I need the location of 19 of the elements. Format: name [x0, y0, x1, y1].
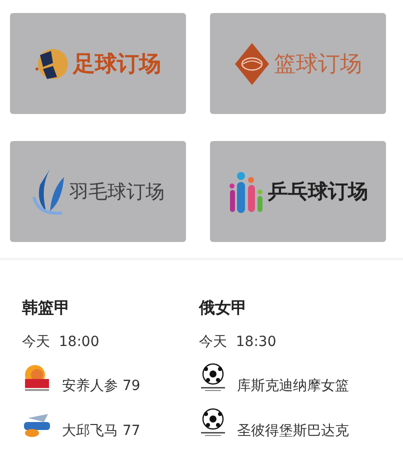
soccer-ball-icon	[199, 408, 227, 438]
team-name: 圣彼得堡斯巴达克	[237, 422, 349, 440]
people-icon	[228, 170, 264, 214]
league-title: 俄女甲	[199, 298, 248, 319]
venue-label: 羽毛球订场	[70, 180, 164, 204]
venue-label: 足球订场	[73, 50, 161, 78]
soccer-ball-icon	[199, 363, 227, 393]
venue-card[interactable]: 乒乓球订场	[210, 141, 386, 242]
sun-emblem-icon	[22, 363, 52, 393]
league-title: 韩篮甲	[22, 298, 71, 319]
team-name: 大邱飞马 77	[62, 422, 140, 440]
team-name: 安养人参 79	[62, 377, 140, 395]
venue-label: 篮球订场	[274, 50, 362, 78]
team-name: 库斯克迪纳摩女篮	[237, 377, 349, 395]
venue-card[interactable]: 羽毛球订场	[10, 141, 186, 242]
ball-diamond-icon	[234, 42, 270, 86]
match-time: 今天 18:30	[199, 333, 278, 351]
venue-label: 乒乓球订场	[268, 178, 368, 205]
match-time: 今天 18:00	[22, 333, 100, 351]
